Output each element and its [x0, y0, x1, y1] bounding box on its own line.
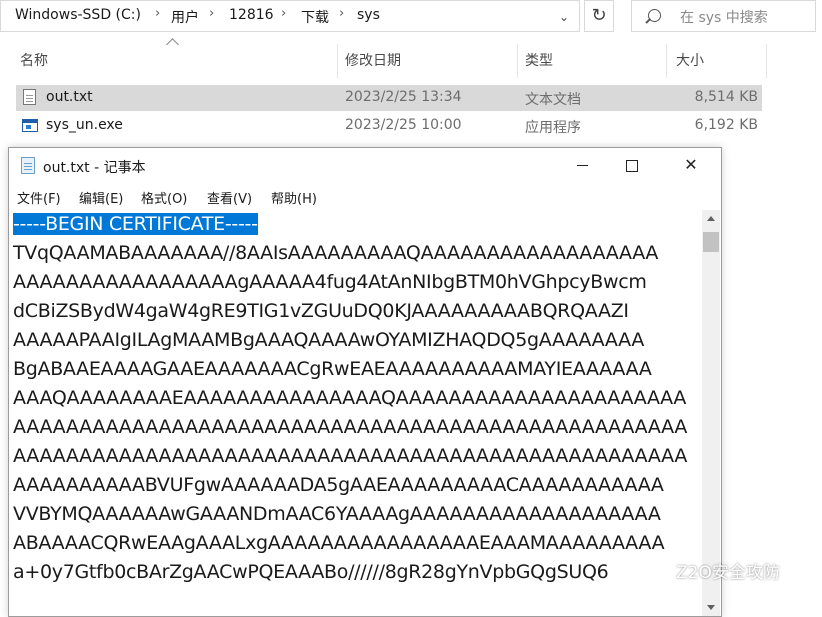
- menu-format[interactable]: 格式(O): [141, 188, 187, 207]
- window-title: out.txt - 记事本: [43, 160, 146, 176]
- address-bar[interactable]: Windows-SSD (C:) › 用户 › 12816 › 下载 › sys…: [0, 0, 580, 32]
- text-line: AAAAAAAAAABVUFgwAAAAAADA5gAAEAAAAAAAAACA…: [13, 474, 664, 496]
- title-bar[interactable]: out.txt - 记事本 ✕: [9, 148, 721, 184]
- breadcrumb-current[interactable]: sys: [357, 7, 380, 23]
- breadcrumb-chevron-icon[interactable]: ›: [281, 6, 286, 21]
- file-date: 2023/2/25 10:00: [345, 117, 462, 133]
- scroll-thumb[interactable]: [703, 232, 719, 252]
- column-divider[interactable]: [517, 44, 518, 78]
- maximize-icon: [626, 159, 638, 172]
- text-line: TVqQAAMABAAAAAAA//8AAIsAAAAAAAAAQAAAAAAA…: [13, 242, 659, 264]
- breadcrumb-user[interactable]: 12816: [229, 7, 274, 23]
- search-box[interactable]: 在 sys 中搜索: [631, 0, 816, 32]
- file-name: out.txt: [46, 89, 93, 105]
- text-line: AAAAAPAAIgILAgMAAMBgAAAQAAAAwOYAMIZHAQDQ…: [13, 329, 645, 351]
- text-line: VVBYMQAAAAAAwGAAANDmAAC6YAAAAgAAAAAAAAAA…: [13, 503, 661, 525]
- sort-ascending-icon: [166, 38, 179, 51]
- minimize-button[interactable]: [559, 148, 605, 182]
- exe-file-icon: [22, 119, 38, 132]
- menu-edit[interactable]: 编辑(E): [79, 188, 123, 207]
- text-line: BgABAAEAAAAGAAEAAAAAAACgRwEAEAAAAAAAAAAM…: [13, 358, 652, 380]
- text-line: a+0y7Gtfb0cBArZgAACwPQEAAABo//////8gR28g…: [13, 561, 609, 583]
- menu-file[interactable]: 文件(F): [17, 188, 61, 207]
- file-size: 8,514 KB: [694, 89, 758, 105]
- column-header-type[interactable]: 类型: [525, 44, 553, 78]
- minimize-icon: [576, 165, 588, 166]
- column-divider[interactable]: [337, 44, 338, 78]
- text-line: ABAAAACQRwEAAgAAALxgAAAAAAAAAAAAAAAAEAAA…: [13, 532, 665, 554]
- close-button[interactable]: ✕: [668, 148, 714, 182]
- text-line-selected: -----BEGIN CERTIFICATE-----: [13, 213, 258, 235]
- column-header-name[interactable]: 名称: [20, 44, 48, 78]
- file-date: 2023/2/25 13:34: [345, 89, 462, 105]
- notepad-window: out.txt - 记事本 ✕ 文件(F) 编辑(E) 格式(O) 查看(V) …: [8, 147, 722, 617]
- breadcrumb-users[interactable]: 用户: [171, 7, 199, 27]
- menu-bar: 文件(F) 编辑(E) 格式(O) 查看(V) 帮助(H): [9, 184, 721, 210]
- column-divider[interactable]: [766, 44, 767, 78]
- file-name: sys_un.exe: [46, 117, 123, 133]
- menu-help[interactable]: 帮助(H): [271, 188, 317, 207]
- text-line: AAAAAAAAAAAAAAAAAAAAAAAAAAAAAAAAAAAAAAAA…: [13, 445, 688, 467]
- text-line: AAAQAAAAAAAAEAAAAAAAAAAAAAAAQAAAAAAAAAAA…: [13, 387, 687, 409]
- scroll-up-icon[interactable]: [707, 216, 715, 221]
- search-placeholder: 在 sys 中搜索: [680, 10, 768, 26]
- refresh-icon: ↻: [591, 5, 607, 26]
- file-size: 6,192 KB: [694, 117, 758, 133]
- file-type: 文本文档: [525, 92, 581, 108]
- text-line: dCBiZSBydW4gaW4gRE9TIG1vZGUuDQ0KJAAAAAAA…: [13, 300, 629, 322]
- column-divider[interactable]: [666, 44, 667, 78]
- text-line: AAAAAAAAAAAAAAAAAAAAAAAAAAAAAAAAAAAAAAAA…: [13, 416, 688, 438]
- maximize-button[interactable]: [609, 148, 655, 182]
- breadcrumb-chevron-icon[interactable]: ›: [155, 6, 160, 21]
- file-row-out-txt[interactable]: out.txt 2023/2/25 13:34 文本文档 8,514 KB: [16, 85, 762, 111]
- text-file-icon: [23, 89, 36, 105]
- notepad-icon: [21, 157, 35, 174]
- address-dropdown-icon[interactable]: ⌄: [551, 5, 577, 29]
- breadcrumb-chevron-icon[interactable]: ›: [209, 6, 214, 21]
- file-row-sys-un-exe[interactable]: sys_un.exe 2023/2/25 10:00 应用程序 6,192 KB: [16, 113, 762, 139]
- text-editor[interactable]: -----BEGIN CERTIFICATE----- TVqQAAMABAAA…: [9, 210, 702, 616]
- watermark-text: Z2O安全攻防: [676, 563, 780, 583]
- wechat-logo-icon: [650, 561, 670, 577]
- close-icon: ✕: [684, 155, 698, 174]
- breadcrumb-chevron-icon[interactable]: ›: [339, 6, 344, 21]
- scroll-down-icon[interactable]: [707, 605, 715, 610]
- refresh-button[interactable]: ↻: [584, 0, 614, 32]
- column-header-date[interactable]: 修改日期: [345, 44, 401, 78]
- breadcrumb-downloads[interactable]: 下载: [301, 7, 329, 27]
- breadcrumb-drive[interactable]: Windows-SSD (C:): [15, 7, 141, 23]
- file-type: 应用程序: [525, 120, 581, 136]
- search-icon: [648, 9, 661, 22]
- vertical-scrollbar[interactable]: [702, 210, 720, 616]
- column-header-size[interactable]: 大小: [676, 44, 704, 78]
- menu-view[interactable]: 查看(V): [207, 188, 252, 207]
- text-line: AAAAAAAAAAAAAAAAAgAAAAA4fug4AtAnNIbgBTM0…: [13, 271, 647, 293]
